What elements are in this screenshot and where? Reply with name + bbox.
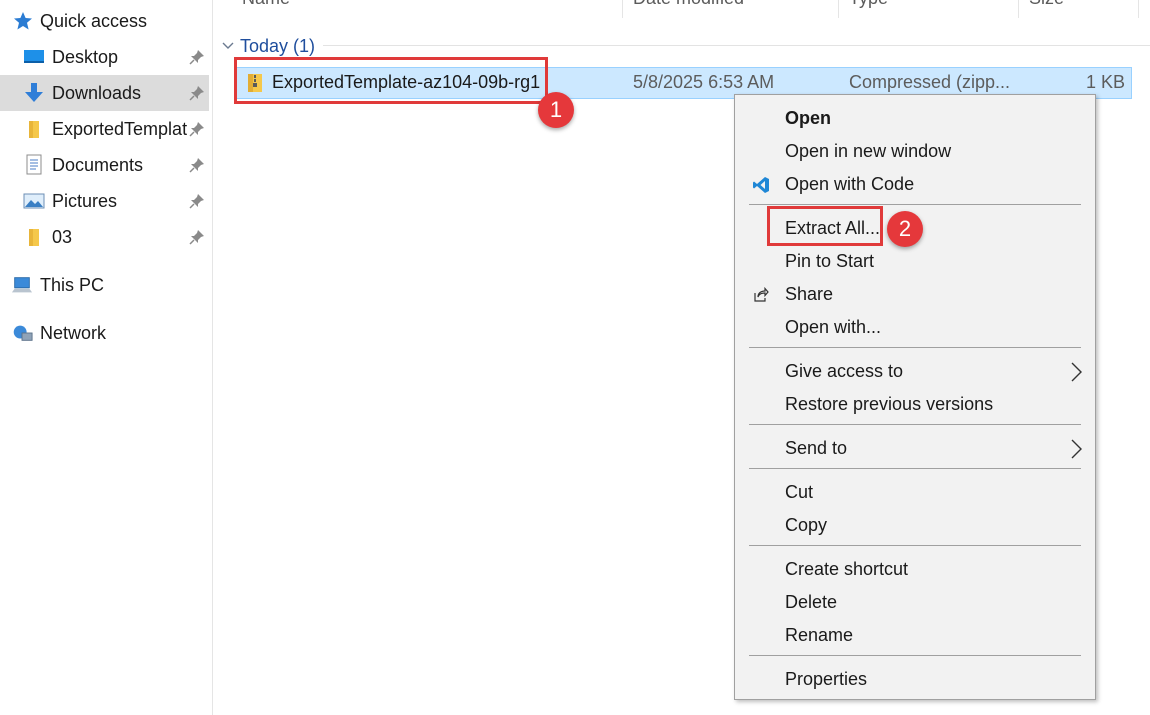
menu-item-delete[interactable]: Delete xyxy=(735,586,1095,619)
chevron-down-icon xyxy=(222,42,234,49)
sidebar-item-quick-access[interactable]: Quick access xyxy=(0,3,209,39)
sidebar-item-03[interactable]: 03 xyxy=(0,219,209,255)
menu-item-label: Copy xyxy=(785,515,828,535)
network-icon xyxy=(11,322,33,344)
folder-icon xyxy=(23,118,45,140)
chevron-right-icon xyxy=(1071,362,1082,382)
menu-item-pin-to-start[interactable]: Pin to Start xyxy=(735,245,1095,278)
file-type: Compressed (zipp... xyxy=(849,72,1011,92)
column-header-type[interactable]: Type xyxy=(849,0,888,18)
menu-separator xyxy=(749,545,1081,546)
menu-item-open-new-window[interactable]: Open in new window xyxy=(735,135,1095,168)
pin-icon xyxy=(189,158,204,173)
sidebar-item-this-pc[interactable]: This PC xyxy=(0,267,209,303)
menu-item-label: Share xyxy=(785,284,834,304)
desktop-icon xyxy=(23,46,45,68)
menu-item-label: Delete xyxy=(785,592,838,612)
pin-icon xyxy=(189,230,204,245)
share-icon xyxy=(751,285,771,305)
context-menu: Open Open in new window Open with Code E… xyxy=(734,94,1096,700)
sidebar-item-label: ExportedTemplat xyxy=(52,118,188,139)
menu-item-cut[interactable]: Cut xyxy=(735,476,1095,509)
pictures-icon xyxy=(23,190,45,212)
pin-icon xyxy=(189,86,204,101)
menu-item-label: Send to xyxy=(785,438,848,458)
menu-item-copy[interactable]: Copy xyxy=(735,509,1095,542)
menu-separator xyxy=(749,468,1081,469)
menu-item-label: Restore previous versions xyxy=(785,394,994,414)
sidebar-item-label: Documents xyxy=(52,154,144,175)
menu-item-create-shortcut[interactable]: Create shortcut xyxy=(735,553,1095,586)
menu-item-label: Open with Code xyxy=(785,174,915,194)
navigation-pane: Quick access Desktop Downloads ExportedT… xyxy=(0,0,213,715)
step-badge-1: 1 xyxy=(538,92,574,128)
menu-item-label: Create shortcut xyxy=(785,559,909,579)
menu-separator xyxy=(749,424,1081,425)
menu-item-label: Open with... xyxy=(785,317,882,337)
menu-item-properties[interactable]: Properties xyxy=(735,663,1095,696)
annotation-highlight-file xyxy=(234,57,548,104)
menu-item-rename[interactable]: Rename xyxy=(735,619,1095,652)
menu-item-open[interactable]: Open xyxy=(735,102,1095,135)
menu-separator xyxy=(749,204,1081,205)
column-divider[interactable] xyxy=(1018,0,1019,18)
column-divider[interactable] xyxy=(838,0,839,18)
sidebar-item-label: This PC xyxy=(40,274,105,295)
documents-icon xyxy=(23,154,45,176)
menu-item-give-access[interactable]: Give access to xyxy=(735,355,1095,388)
menu-item-open-with-code[interactable]: Open with Code xyxy=(735,168,1095,201)
menu-item-label: Give access to xyxy=(785,361,904,381)
sidebar-item-exportedtemplate[interactable]: ExportedTemplat xyxy=(0,111,209,147)
menu-item-label: Pin to Start xyxy=(785,251,875,271)
menu-item-label: Cut xyxy=(785,482,814,502)
menu-item-label: Rename xyxy=(785,625,854,645)
download-arrow-icon xyxy=(23,82,45,104)
sidebar-item-label: Network xyxy=(40,322,107,343)
sidebar-item-label: 03 xyxy=(52,226,73,247)
sidebar-item-label: Pictures xyxy=(52,190,118,211)
menu-separator xyxy=(749,655,1081,656)
column-header-size[interactable]: Size xyxy=(1029,0,1064,18)
sidebar-item-downloads[interactable]: Downloads xyxy=(0,75,209,111)
menu-item-send-to[interactable]: Send to xyxy=(735,432,1095,465)
pin-icon xyxy=(189,194,204,209)
column-divider[interactable] xyxy=(1138,0,1139,18)
sidebar-item-label: Quick access xyxy=(40,10,148,31)
chevron-right-icon xyxy=(1071,439,1082,459)
column-divider[interactable] xyxy=(622,0,623,18)
menu-separator xyxy=(749,347,1081,348)
menu-item-share[interactable]: Share xyxy=(735,278,1095,311)
file-size: 1 KB xyxy=(1085,72,1125,92)
sidebar-item-pictures[interactable]: Pictures xyxy=(0,183,209,219)
sidebar-item-label: Desktop xyxy=(52,46,119,67)
sidebar-item-label: Downloads xyxy=(52,82,142,103)
sidebar-item-documents[interactable]: Documents xyxy=(0,147,209,183)
folder-icon xyxy=(23,226,45,248)
menu-item-label: Properties xyxy=(785,669,868,689)
group-label: Today (1) xyxy=(240,35,316,56)
annotation-highlight-extract-all xyxy=(767,206,883,246)
menu-item-open-with[interactable]: Open with... xyxy=(735,311,1095,344)
pin-icon xyxy=(189,122,204,137)
column-header-date[interactable]: Date modified xyxy=(633,0,744,18)
vscode-icon xyxy=(751,175,771,195)
menu-item-label: Open in new window xyxy=(785,141,952,161)
menu-item-label: Open xyxy=(785,108,832,128)
sidebar-item-network[interactable]: Network xyxy=(0,315,209,351)
computer-icon xyxy=(11,274,33,296)
star-icon xyxy=(12,10,34,32)
menu-item-restore-versions[interactable]: Restore previous versions xyxy=(735,388,1095,421)
group-header-today[interactable]: Today (1) xyxy=(222,34,315,58)
file-date: 5/8/2025 6:53 AM xyxy=(633,72,775,92)
step-badge-2: 2 xyxy=(887,211,923,247)
pin-icon xyxy=(189,50,204,65)
column-header-name[interactable]: Name xyxy=(242,0,290,18)
group-divider xyxy=(323,45,1150,46)
sidebar-item-desktop[interactable]: Desktop xyxy=(0,39,209,75)
